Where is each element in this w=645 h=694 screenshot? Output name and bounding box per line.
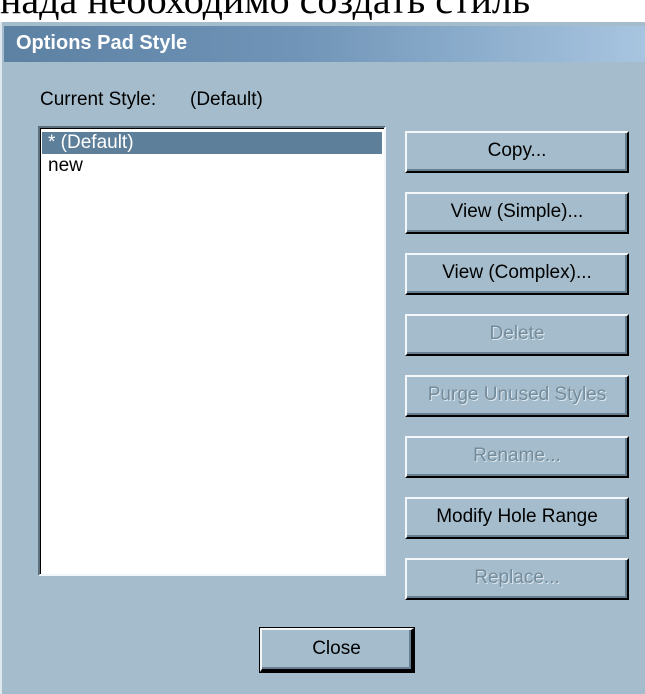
view-complex-button[interactable]: View (Complex)... [405, 253, 629, 295]
replace-button-label: Replace... [474, 567, 560, 588]
dialog-title-bar[interactable]: Options Pad Style [4, 26, 645, 62]
purge-unused-styles-button[interactable]: Purge Unused Styles [405, 375, 629, 417]
list-item-default[interactable]: * (Default) [42, 132, 382, 154]
view-simple-button-label: View (Simple)... [450, 201, 584, 222]
style-list[interactable]: * (Default) new [38, 126, 386, 576]
document-background-text: нада необходимо создать стиль [0, 0, 645, 20]
modify-hole-range-button[interactable]: Modify Hole Range [405, 497, 629, 539]
purge-unused-styles-button-label: Purge Unused Styles [427, 384, 607, 405]
options-pad-style-dialog: Options Pad Style Current Style: (Defaul… [0, 22, 645, 694]
view-simple-button[interactable]: View (Simple)... [405, 192, 629, 234]
current-style-label: Current Style: [40, 89, 157, 110]
dialog-title: Options Pad Style [16, 32, 188, 54]
close-button-label: Close [312, 638, 361, 659]
list-item-new[interactable]: new [42, 155, 382, 177]
current-style-value: (Default) [190, 89, 263, 110]
delete-button-label: Delete [489, 323, 545, 344]
replace-button[interactable]: Replace... [405, 558, 629, 600]
rename-button[interactable]: Rename... [405, 436, 629, 478]
copy-button-label: Copy... [487, 140, 547, 161]
close-button[interactable]: Close [260, 628, 414, 672]
view-complex-button-label: View (Complex)... [442, 262, 592, 283]
delete-button[interactable]: Delete [405, 314, 629, 356]
copy-button[interactable]: Copy... [405, 131, 629, 173]
modify-hole-range-button-label: Modify Hole Range [436, 506, 598, 527]
rename-button-label: Rename... [473, 445, 561, 466]
